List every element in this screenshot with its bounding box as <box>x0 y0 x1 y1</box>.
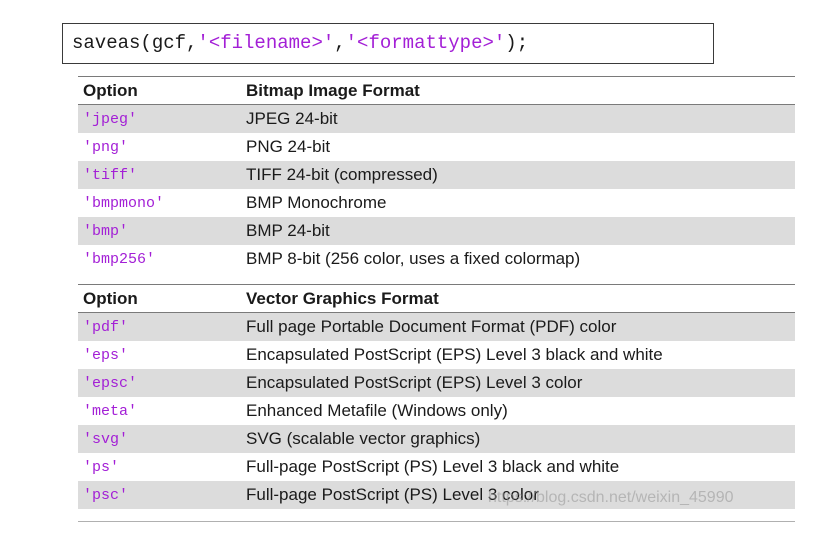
format-cell: PNG 24-bit <box>241 133 795 161</box>
option-cell: 'psc' <box>78 481 241 509</box>
format-cell: Full-page PostScript (PS) Level 3 black … <box>241 453 795 481</box>
code-separator: , <box>334 32 346 54</box>
option-cell: 'ps' <box>78 453 241 481</box>
option-cell: 'jpeg' <box>78 104 241 133</box>
option-cell: 'svg' <box>78 425 241 453</box>
code-function: saveas(gcf, <box>72 32 198 54</box>
table-bottom-rule <box>78 521 795 522</box>
option-cell: 'bmp' <box>78 217 241 245</box>
table-row: 'png' PNG 24-bit <box>78 133 795 161</box>
format-cell: Encapsulated PostScript (EPS) Level 3 bl… <box>241 341 795 369</box>
option-cell: 'bmp256' <box>78 245 241 273</box>
format-cell: Enhanced Metafile (Windows only) <box>241 397 795 425</box>
code-closing: ); <box>505 32 529 54</box>
format-cell: Full page Portable Document Format (PDF)… <box>241 312 795 341</box>
option-cell: 'epsc' <box>78 369 241 397</box>
vector-format-table: Option Vector Graphics Format 'pdf' Full… <box>78 284 795 509</box>
option-cell: 'pdf' <box>78 312 241 341</box>
code-arg-filename: '<filename>' <box>197 32 335 54</box>
table-row: 'jpeg' JPEG 24-bit <box>78 104 795 133</box>
option-cell: 'tiff' <box>78 161 241 189</box>
table-header-row: Option Bitmap Image Format <box>78 76 795 105</box>
option-cell: 'meta' <box>78 397 241 425</box>
option-column-header: Option <box>78 284 241 313</box>
format-cell: JPEG 24-bit <box>241 104 795 133</box>
option-cell: 'bmpmono' <box>78 189 241 217</box>
format-cell: BMP 24-bit <box>241 217 795 245</box>
table-row: 'meta' Enhanced Metafile (Windows only) <box>78 397 795 425</box>
table-row: 'ps' Full-page PostScript (PS) Level 3 b… <box>78 453 795 481</box>
table-row: 'bmpmono' BMP Monochrome <box>78 189 795 217</box>
watermark: https://blog.csdn.net/weixin_45990 <box>488 489 734 506</box>
table-row: 'epsc' Encapsulated PostScript (EPS) Lev… <box>78 369 795 397</box>
format-column-header: Bitmap Image Format <box>241 76 795 105</box>
format-cell: BMP 8-bit (256 color, uses a fixed color… <box>241 245 795 273</box>
table-header-row: Option Vector Graphics Format <box>78 284 795 313</box>
format-column-header: Vector Graphics Format <box>241 284 795 313</box>
table-row: 'tiff' TIFF 24-bit (compressed) <box>78 161 795 189</box>
code-arg-format: '<formattype>' <box>345 32 506 54</box>
format-cell: Encapsulated PostScript (EPS) Level 3 co… <box>241 369 795 397</box>
table-row: 'bmp' BMP 24-bit <box>78 217 795 245</box>
format-cell: SVG (scalable vector graphics) <box>241 425 795 453</box>
table-row: 'bmp256' BMP 8-bit (256 color, uses a fi… <box>78 245 795 273</box>
option-cell: 'png' <box>78 133 241 161</box>
table-row: 'pdf' Full page Portable Document Format… <box>78 312 795 341</box>
option-cell: 'eps' <box>78 341 241 369</box>
format-cell: TIFF 24-bit (compressed) <box>241 161 795 189</box>
table-row: 'eps' Encapsulated PostScript (EPS) Leve… <box>78 341 795 369</box>
code-snippet: saveas(gcf,'<filename>','<formattype>'); <box>62 23 714 64</box>
option-column-header: Option <box>78 76 241 105</box>
table-row: 'svg' SVG (scalable vector graphics) <box>78 425 795 453</box>
format-cell: BMP Monochrome <box>241 189 795 217</box>
bitmap-format-table: Option Bitmap Image Format 'jpeg' JPEG 2… <box>78 76 795 273</box>
